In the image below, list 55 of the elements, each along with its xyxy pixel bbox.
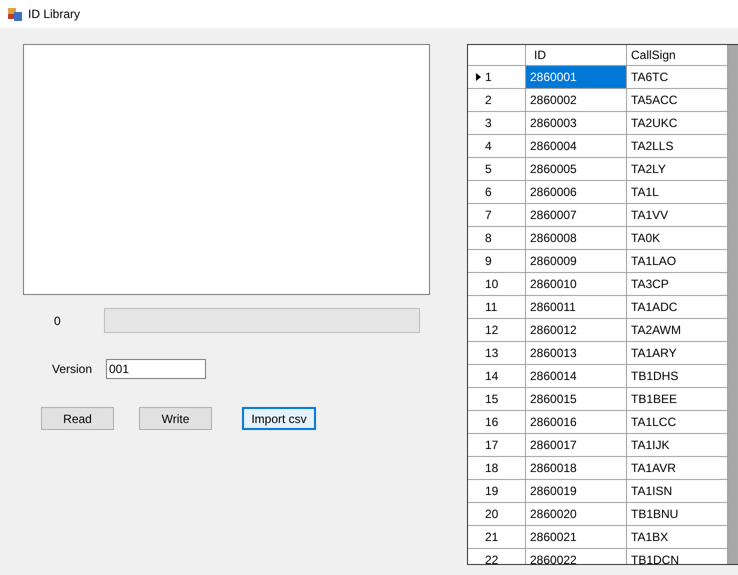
- table-cell[interactable]: 2860011: [526, 296, 627, 319]
- table-cell[interactable]: 2860018: [526, 457, 627, 480]
- table-cell[interactable]: 2860004: [526, 135, 627, 158]
- app-icon: [8, 8, 22, 20]
- row-header[interactable]: 16: [468, 411, 526, 434]
- table-cell[interactable]: 2860019: [526, 480, 627, 503]
- current-row-icon: [476, 73, 481, 81]
- row-header[interactable]: 17: [468, 434, 526, 457]
- table-cell[interactable]: 2860022: [526, 549, 627, 564]
- write-button[interactable]: Write: [139, 407, 212, 430]
- row-header[interactable]: 21: [468, 526, 526, 549]
- row-header[interactable]: 6: [468, 181, 526, 204]
- text-area[interactable]: [23, 44, 430, 295]
- read-button[interactable]: Read: [41, 407, 114, 430]
- table-cell[interactable]: 2860017: [526, 434, 627, 457]
- table-cell[interactable]: 2860015: [526, 388, 627, 411]
- row-header[interactable]: 19: [468, 480, 526, 503]
- table-cell[interactable]: 2860005: [526, 158, 627, 181]
- table-cell[interactable]: 2860009: [526, 250, 627, 273]
- table-cell[interactable]: 2860006: [526, 181, 627, 204]
- row-header[interactable]: 2: [468, 89, 526, 112]
- row-header[interactable]: 13: [468, 342, 526, 365]
- table-cell[interactable]: 2860002: [526, 89, 627, 112]
- table-cell[interactable]: 2860012: [526, 319, 627, 342]
- row-header[interactable]: 3: [468, 112, 526, 135]
- version-label: Version: [51, 362, 94, 376]
- version-field[interactable]: 001: [106, 359, 206, 379]
- table-cell[interactable]: 2860021: [526, 526, 627, 549]
- table-cell[interactable]: 2860003: [526, 112, 627, 135]
- table-cell[interactable]: 2860020: [526, 503, 627, 526]
- table-cell[interactable]: 2860007: [526, 204, 627, 227]
- table-cell[interactable]: 2860008: [526, 227, 627, 250]
- table-cell[interactable]: 2860014: [526, 365, 627, 388]
- table-cell[interactable]: 2860001: [526, 66, 627, 89]
- row-header[interactable]: 18: [468, 457, 526, 480]
- row-header[interactable]: 20: [468, 503, 526, 526]
- table-cell[interactable]: 2860013: [526, 342, 627, 365]
- scrollbar[interactable]: [728, 45, 738, 564]
- row-header[interactable]: 9: [468, 250, 526, 273]
- table-cell[interactable]: 2860016: [526, 411, 627, 434]
- row-header[interactable]: 4: [468, 135, 526, 158]
- table-cell[interactable]: 2860010: [526, 273, 627, 296]
- row-header[interactable]: 7: [468, 204, 526, 227]
- progress-count: 0: [53, 314, 62, 328]
- row-header[interactable]: 15: [468, 388, 526, 411]
- row-header[interactable]: 11: [468, 296, 526, 319]
- window-title: ID Library: [28, 7, 80, 21]
- row-header[interactable]: 12: [468, 319, 526, 342]
- row-header[interactable]: 5: [468, 158, 526, 181]
- import-button[interactable]: Import csv: [242, 407, 316, 430]
- row-header[interactable]: 14: [468, 365, 526, 388]
- corner-header[interactable]: [468, 45, 526, 66]
- row-header[interactable]: 8: [468, 227, 526, 250]
- row-header[interactable]: 10: [468, 273, 526, 296]
- row-header[interactable]: 22: [468, 549, 526, 564]
